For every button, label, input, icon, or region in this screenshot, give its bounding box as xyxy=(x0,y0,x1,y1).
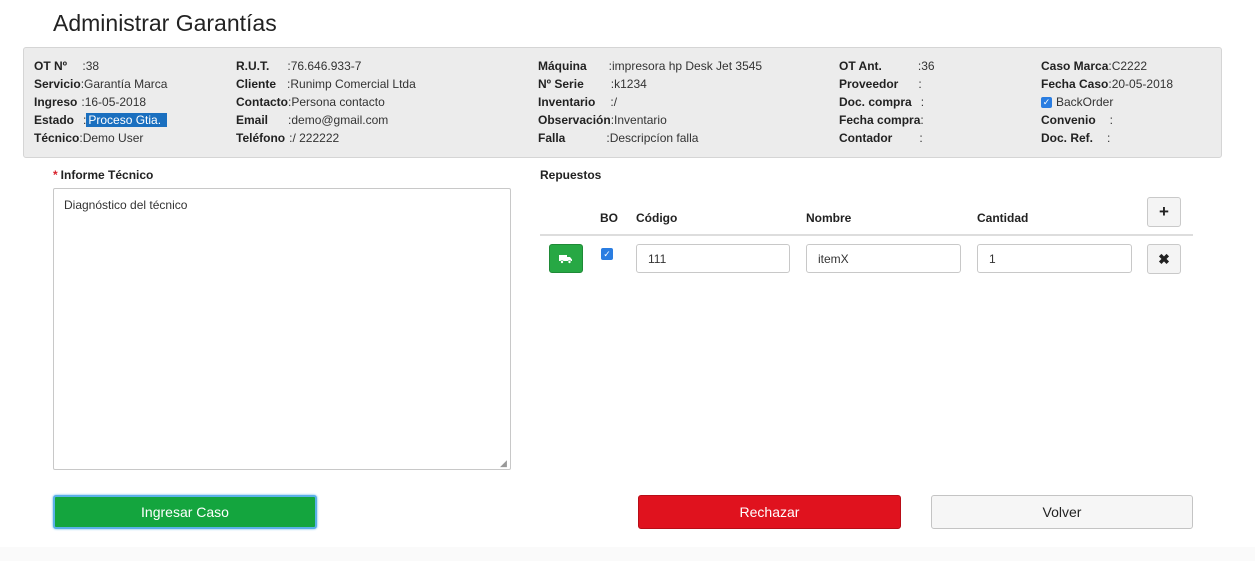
info-convenio: Convenio: xyxy=(1041,113,1114,127)
info-caso-marca: Caso Marca:C2222 xyxy=(1041,59,1148,73)
page-title: Administrar Garantías xyxy=(53,10,277,36)
info-observacion: Observación:Inventario xyxy=(538,113,667,127)
info-falla: Falla:Descripcíon falla xyxy=(538,131,699,145)
info-ot: OT Nº :38 xyxy=(34,59,100,73)
table-header-divider xyxy=(540,234,1193,236)
row-bo-checkbox[interactable]: ✓ xyxy=(601,248,613,260)
footer-strip xyxy=(0,547,1255,561)
info-contacto: Contacto:Persona contacto xyxy=(236,95,385,109)
parts-label: Repuestos xyxy=(540,168,602,182)
info-ingreso: Ingreso:16-05-2018 xyxy=(34,95,147,109)
info-value: 38 xyxy=(85,59,100,73)
info-servicio: Servicio:Garantía Marca xyxy=(34,77,168,91)
info-tecnico: Técnico:Demo User xyxy=(34,131,144,145)
add-part-button[interactable]: + xyxy=(1147,197,1181,227)
backorder-checkbox[interactable]: ✓ BackOrder xyxy=(1041,94,1113,111)
info-serie: Nº Serie:k1234 xyxy=(538,77,647,91)
resize-handle-icon[interactable]: ◢ xyxy=(500,459,509,468)
info-rut: R.U.T.:76.646.933-7 xyxy=(236,59,362,73)
info-doc-compra: Doc. compra: xyxy=(839,95,925,109)
col-header-cantidad: Cantidad xyxy=(977,211,1029,225)
info-telefono: Teléfono:/ 222222 xyxy=(236,131,340,145)
remove-part-button[interactable]: ✖ xyxy=(1147,244,1181,274)
info-cliente: Cliente:Runimp Comercial Ltda xyxy=(236,77,416,91)
info-inventario: Inventario:/ xyxy=(538,95,618,109)
info-email: Email:demo@gmail.com xyxy=(236,113,389,127)
cantidad-input[interactable] xyxy=(977,244,1132,273)
info-estado: Estado: Proceso Gtia. xyxy=(34,112,168,129)
close-icon: ✖ xyxy=(1158,250,1170,267)
info-ot-ant: OT Ant.:36 xyxy=(839,59,935,73)
back-button[interactable]: Volver xyxy=(931,495,1193,529)
info-label: OT Nº xyxy=(34,59,68,73)
required-mark: * xyxy=(53,168,58,182)
info-proveedor: Proveedor: xyxy=(839,77,922,91)
codigo-input[interactable] xyxy=(636,244,790,273)
info-maquina: Máquina:impresora hp Desk Jet 3545 xyxy=(538,59,763,73)
shipping-button[interactable] xyxy=(549,244,583,273)
info-fecha-caso: Fecha Caso:20-05-2018 xyxy=(1041,77,1174,91)
col-header-bo: BO xyxy=(600,211,618,225)
technical-report-textarea[interactable]: Diagnóstico del técnico xyxy=(53,188,511,470)
truck-icon xyxy=(559,254,572,264)
col-header-codigo: Código xyxy=(636,211,678,225)
info-doc-ref: Doc. Ref.: xyxy=(1041,131,1111,145)
check-icon: ✓ xyxy=(1041,97,1052,109)
plus-icon: + xyxy=(1159,202,1169,221)
check-icon: ✓ xyxy=(603,249,611,259)
col-header-nombre: Nombre xyxy=(806,211,852,225)
submit-case-button[interactable]: Ingresar Caso xyxy=(53,495,317,529)
status-badge: Proceso Gtia. xyxy=(86,113,168,127)
report-label: * Informe Técnico xyxy=(53,168,154,182)
info-fecha-compra: Fecha compra: xyxy=(839,113,924,127)
reject-button[interactable]: Rechazar xyxy=(638,495,901,529)
order-info-panel: OT Nº :38 Servicio:Garantía Marca Ingres… xyxy=(23,47,1222,158)
info-contador: Contador: xyxy=(839,131,923,145)
nombre-input[interactable] xyxy=(806,244,961,273)
